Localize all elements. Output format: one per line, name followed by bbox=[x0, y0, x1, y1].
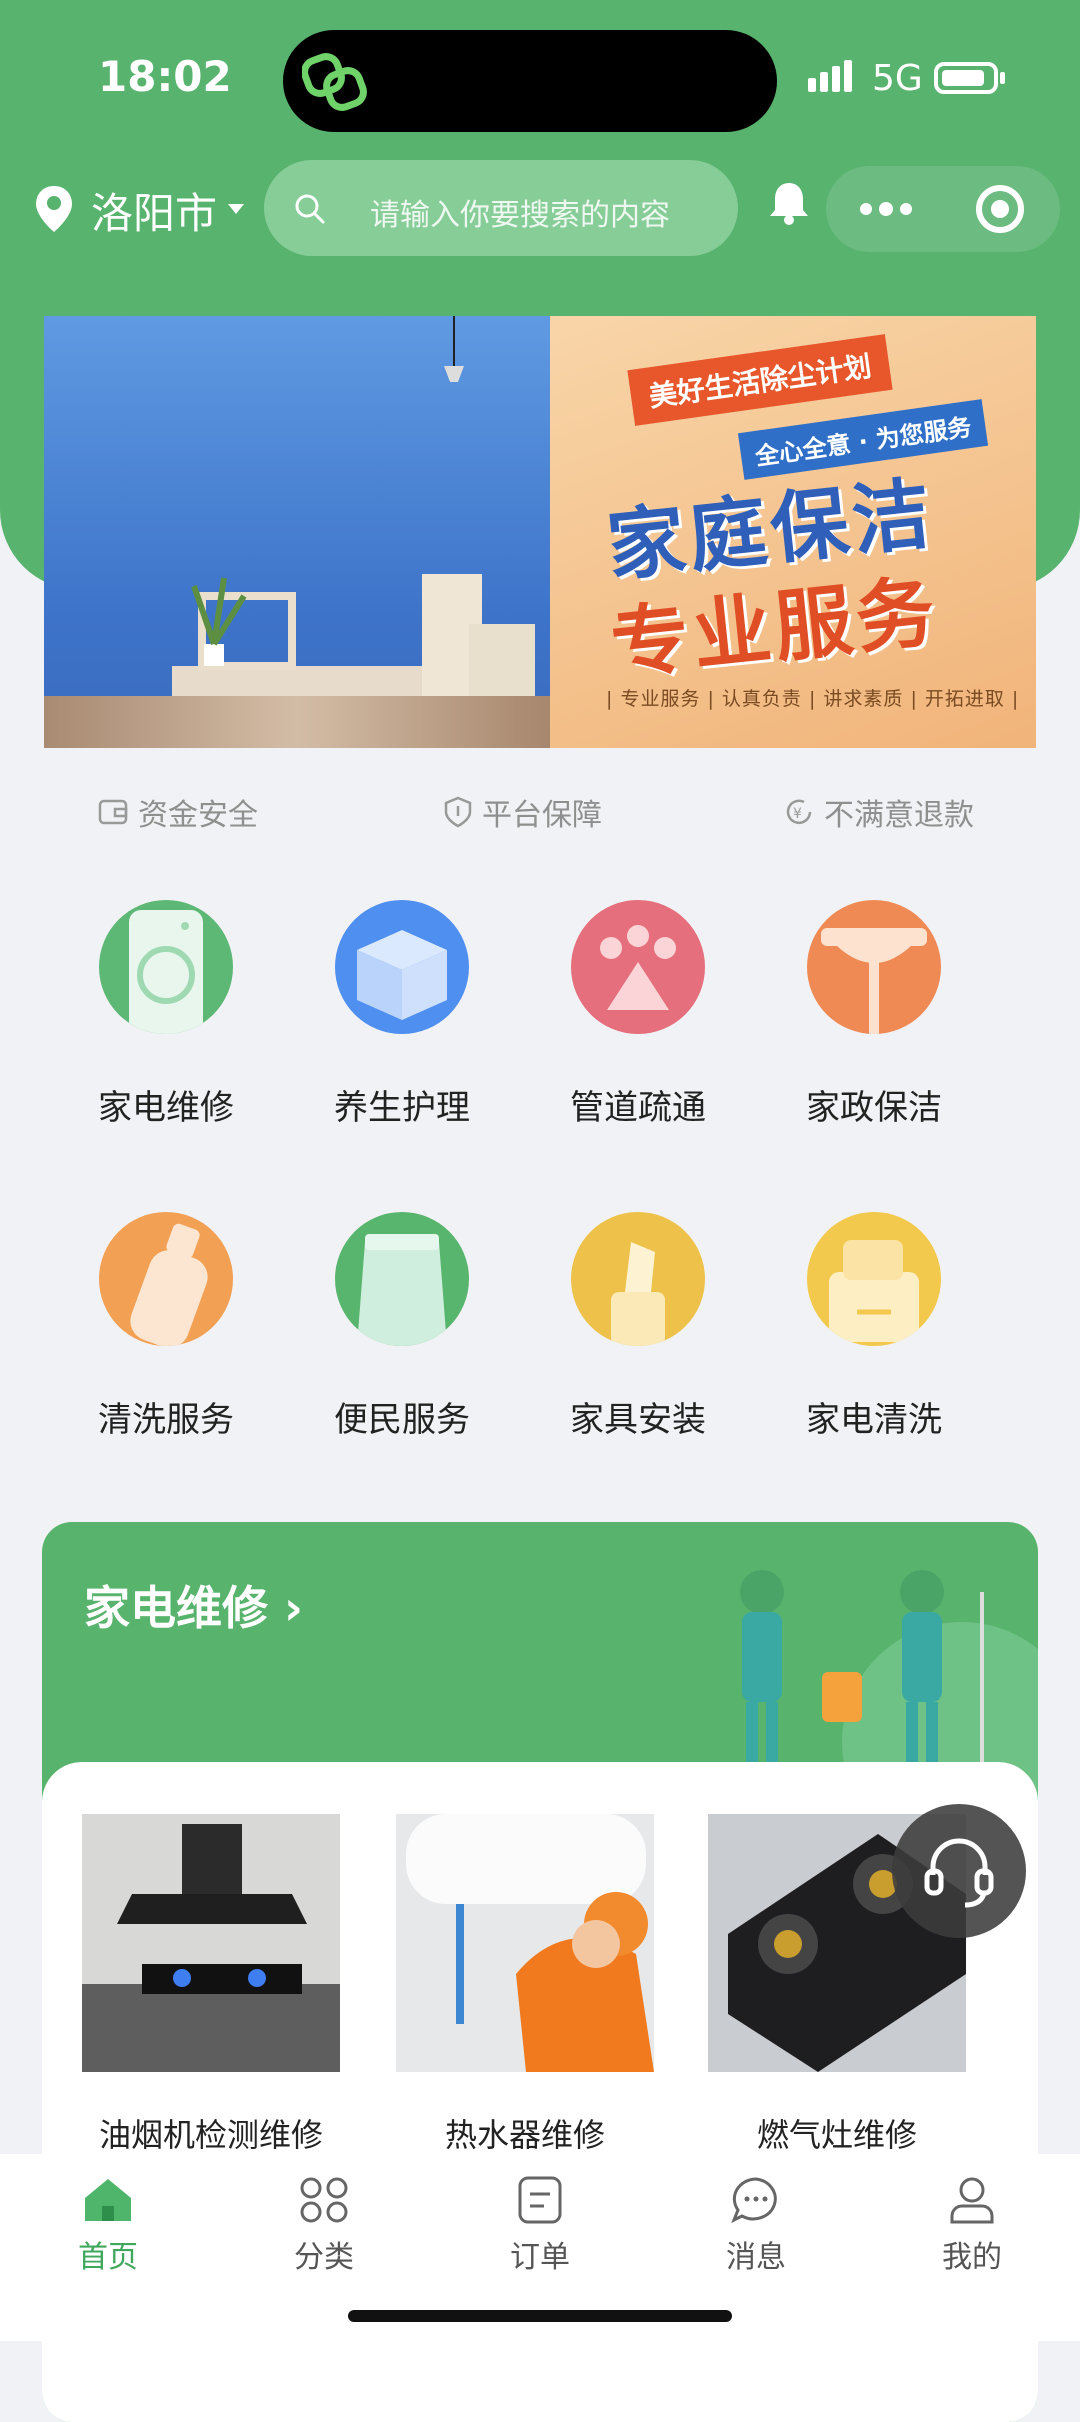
battery-icon bbox=[934, 62, 998, 94]
tab-label: 消息 bbox=[726, 2240, 786, 2275]
tab-label: 订单 bbox=[510, 2240, 570, 2275]
tab-orders[interactable]: 订单 bbox=[480, 2176, 600, 2276]
guarantee-refund: ¥ 不满意退款 bbox=[784, 790, 974, 834]
headset-icon bbox=[924, 1838, 994, 1908]
banner-tag: 美好生活除尘计划 bbox=[627, 334, 893, 426]
message-icon bbox=[731, 2177, 777, 2224]
tab-messages[interactable]: 消息 bbox=[696, 2176, 816, 2276]
network-type: 5G bbox=[872, 58, 923, 99]
wallet-icon bbox=[98, 799, 128, 825]
banner-floor bbox=[44, 696, 550, 748]
appliance-clean-icon bbox=[807, 1212, 941, 1346]
shield-icon bbox=[444, 796, 472, 828]
category-health-care[interactable]: 养生护理 bbox=[312, 900, 492, 1129]
refund-icon: ¥ bbox=[786, 799, 812, 825]
customer-service-button[interactable] bbox=[892, 1804, 1026, 1938]
category-label: 家电清洗 bbox=[806, 1400, 942, 1440]
order-icon bbox=[518, 2176, 562, 2224]
water-heater-image bbox=[396, 1814, 654, 2072]
mop-icon bbox=[807, 900, 941, 1034]
paw-icon bbox=[571, 900, 705, 1034]
home-indicator[interactable] bbox=[348, 2310, 732, 2322]
box-icon bbox=[335, 900, 469, 1034]
category-appliance-repair[interactable]: 家电维修 bbox=[76, 900, 256, 1129]
furniture-icon bbox=[571, 1212, 705, 1346]
category-label: 清洗服务 bbox=[98, 1400, 234, 1440]
banner-text-panel: 美好生活除尘计划 全心全意 · 为您服务 家庭保洁 专业服务 | 专业服务 | … bbox=[550, 316, 1036, 748]
grid-icon bbox=[300, 2177, 348, 2223]
section-title[interactable]: 家电维修 › bbox=[84, 1572, 303, 1638]
bell-icon[interactable] bbox=[768, 180, 810, 226]
location-pin-icon[interactable] bbox=[34, 184, 74, 234]
category-pipe-unclog[interactable]: 管道疏通 bbox=[548, 900, 728, 1129]
product-name: 热水器维修 bbox=[444, 2116, 605, 2154]
category-label: 管道疏通 bbox=[570, 1088, 706, 1128]
room-illustration bbox=[172, 316, 535, 716]
tab-label: 首页 bbox=[78, 2240, 138, 2275]
spray-bottle-icon bbox=[99, 1212, 233, 1346]
product-name: 油烟机检测维修 bbox=[98, 2116, 323, 2154]
category-label: 便民服务 bbox=[334, 1400, 470, 1440]
city-selector[interactable]: 洛阳市 bbox=[91, 180, 217, 241]
clothing-icon bbox=[335, 1212, 469, 1346]
product-card[interactable]: 热水器维修 bbox=[396, 1814, 654, 2156]
category-label: 养生护理 bbox=[334, 1088, 470, 1128]
product-card[interactable]: 油烟机检测维修 bbox=[82, 1814, 340, 2156]
miniprogram-capsule bbox=[826, 166, 1060, 252]
tab-home[interactable]: 首页 bbox=[48, 2176, 168, 2276]
guarantee-label: 不满意退款 bbox=[824, 798, 974, 833]
category-convenience-service[interactable]: 便民服务 bbox=[312, 1212, 492, 1441]
chevron-down-icon[interactable] bbox=[228, 204, 244, 214]
guarantee-label: 平台保障 bbox=[482, 798, 602, 833]
category-furniture-install[interactable]: 家具安装 bbox=[548, 1212, 728, 1441]
product-name: 燃气灶维修 bbox=[756, 2116, 917, 2154]
category-label: 家电维修 bbox=[98, 1088, 234, 1128]
search-bar[interactable]: 请输入你要搜索的内容 bbox=[264, 160, 738, 256]
more-icon[interactable] bbox=[858, 201, 914, 217]
range-hood-image bbox=[82, 1814, 340, 2072]
home-icon bbox=[85, 2179, 131, 2221]
svg-text:¥: ¥ bbox=[793, 806, 802, 822]
tab-profile[interactable]: 我的 bbox=[912, 2176, 1032, 2276]
battery-nub bbox=[1000, 72, 1005, 84]
promo-banner[interactable]: 美好生活除尘计划 全心全意 · 为您服务 家庭保洁 专业服务 | 专业服务 | … bbox=[44, 316, 1036, 748]
washing-machine-icon bbox=[99, 900, 233, 1034]
app-logo-icon bbox=[302, 53, 367, 111]
category-label: 家具安装 bbox=[570, 1400, 706, 1440]
guarantee-fund-safety: 资金安全 bbox=[98, 790, 258, 834]
tab-label: 我的 bbox=[942, 2240, 1002, 2275]
signal-icon bbox=[808, 60, 852, 92]
category-appliance-cleaning[interactable]: 家电清洗 bbox=[784, 1212, 964, 1441]
tab-category[interactable]: 分类 bbox=[264, 2176, 384, 2276]
category-housekeeping[interactable]: 家政保洁 bbox=[784, 900, 964, 1129]
search-icon bbox=[295, 194, 325, 224]
category-label: 家政保洁 bbox=[806, 1088, 942, 1128]
close-miniprogram-icon[interactable] bbox=[976, 185, 1024, 233]
guarantee-label: 资金安全 bbox=[138, 798, 258, 833]
tab-label: 分类 bbox=[294, 2240, 354, 2275]
search-placeholder: 请输入你要搜索的内容 bbox=[370, 198, 670, 233]
banner-room-image bbox=[44, 316, 550, 748]
guarantee-platform: 平台保障 bbox=[444, 790, 602, 834]
status-time: 18:02 bbox=[98, 52, 232, 101]
category-cleaning-service[interactable]: 清洗服务 bbox=[76, 1212, 256, 1441]
banner-footer: | 专业服务 | 认真负责 | 讲求素质 | 开拓进取 | bbox=[606, 688, 1020, 710]
profile-icon bbox=[950, 2177, 994, 2224]
